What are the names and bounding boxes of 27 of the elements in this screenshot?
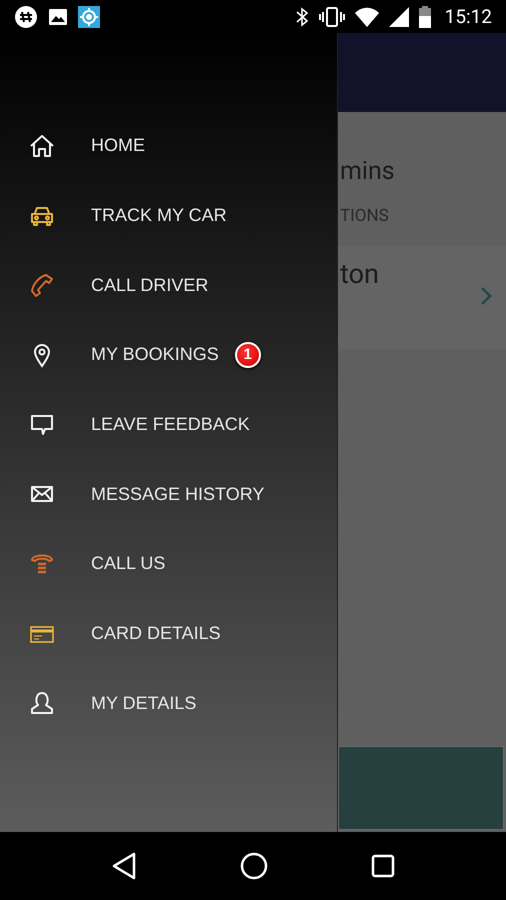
drawer-menu-item[interactable]: MESSAGE HISTORY [0, 459, 337, 530]
battery-icon [418, 6, 431, 28]
drawer-menu-item[interactable]: HOME [0, 111, 337, 181]
clock-time: 15:12 [444, 5, 492, 28]
notification-badge: 1 [234, 342, 261, 368]
phone-icon [29, 272, 55, 298]
app-notification-icon [14, 4, 38, 28]
drawer-menu-item[interactable]: CALL DRIVER [0, 250, 337, 320]
drawer-menu-item[interactable]: MY DETAILS [0, 668, 337, 738]
chevron-right-icon [480, 286, 492, 306]
signal-icon [388, 6, 409, 26]
drawer-menu-item[interactable]: TRACK MY CAR [0, 180, 337, 250]
home-icon [29, 132, 55, 159]
person-icon [29, 690, 55, 716]
bluetooth-icon [294, 6, 309, 26]
location-target-icon [78, 6, 100, 28]
drawer-menu-item[interactable]: LEAVE FEEDBACK [0, 390, 337, 460]
image-icon [48, 6, 68, 26]
drawer-menu-item[interactable]: CARD DETAILS [0, 598, 337, 668]
vibrate-icon [318, 6, 345, 26]
recent-apps-icon[interactable] [370, 854, 395, 878]
eta-text: mins [340, 157, 396, 186]
back-icon[interactable] [111, 852, 138, 880]
wifi-icon [354, 6, 379, 26]
home-button-icon[interactable] [240, 852, 268, 880]
drawer-menu-item[interactable]: MY BOOKINGS 1 [0, 320, 337, 390]
drawer-menu-item[interactable]: CALL US [0, 529, 337, 599]
